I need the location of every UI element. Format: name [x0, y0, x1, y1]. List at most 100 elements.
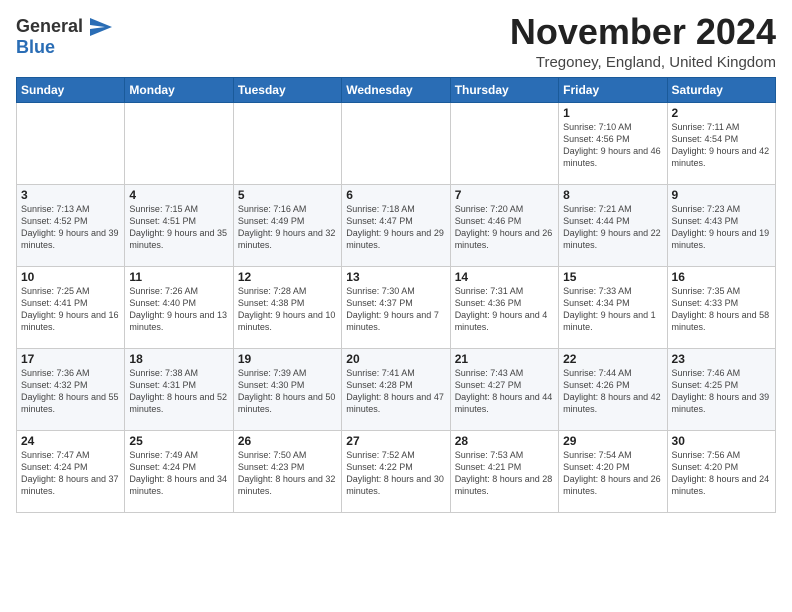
table-row: 6Sunrise: 7:18 AM Sunset: 4:47 PM Daylig…: [342, 184, 450, 266]
day-info: Sunrise: 7:46 AM Sunset: 4:25 PM Dayligh…: [672, 367, 771, 416]
day-number: 11: [129, 270, 228, 284]
day-number: 19: [238, 352, 337, 366]
header-wednesday: Wednesday: [342, 77, 450, 102]
day-number: 24: [21, 434, 120, 448]
table-row: 27Sunrise: 7:52 AM Sunset: 4:22 PM Dayli…: [342, 430, 450, 512]
day-number: 30: [672, 434, 771, 448]
day-number: 26: [238, 434, 337, 448]
table-row: 19Sunrise: 7:39 AM Sunset: 4:30 PM Dayli…: [233, 348, 341, 430]
table-row: 4Sunrise: 7:15 AM Sunset: 4:51 PM Daylig…: [125, 184, 233, 266]
table-row: 14Sunrise: 7:31 AM Sunset: 4:36 PM Dayli…: [450, 266, 558, 348]
day-number: 6: [346, 188, 445, 202]
table-row: 16Sunrise: 7:35 AM Sunset: 4:33 PM Dayli…: [667, 266, 775, 348]
day-info: Sunrise: 7:33 AM Sunset: 4:34 PM Dayligh…: [563, 285, 662, 334]
day-number: 16: [672, 270, 771, 284]
header-saturday: Saturday: [667, 77, 775, 102]
logo: General Blue: [16, 16, 112, 57]
day-info: Sunrise: 7:56 AM Sunset: 4:20 PM Dayligh…: [672, 449, 771, 498]
table-row: 23Sunrise: 7:46 AM Sunset: 4:25 PM Dayli…: [667, 348, 775, 430]
table-row: 17Sunrise: 7:36 AM Sunset: 4:32 PM Dayli…: [17, 348, 125, 430]
table-row: 13Sunrise: 7:30 AM Sunset: 4:37 PM Dayli…: [342, 266, 450, 348]
day-number: 21: [455, 352, 554, 366]
table-row: 28Sunrise: 7:53 AM Sunset: 4:21 PM Dayli…: [450, 430, 558, 512]
day-number: 7: [455, 188, 554, 202]
header-tuesday: Tuesday: [233, 77, 341, 102]
table-row: [125, 102, 233, 184]
table-row: [342, 102, 450, 184]
header: General Blue November 2024 Tregoney, Eng…: [16, 12, 776, 71]
logo-text: General Blue: [16, 16, 112, 57]
header-sunday: Sunday: [17, 77, 125, 102]
day-number: 28: [455, 434, 554, 448]
table-row: [450, 102, 558, 184]
table-row: 12Sunrise: 7:28 AM Sunset: 4:38 PM Dayli…: [233, 266, 341, 348]
table-row: 20Sunrise: 7:41 AM Sunset: 4:28 PM Dayli…: [342, 348, 450, 430]
day-info: Sunrise: 7:35 AM Sunset: 4:33 PM Dayligh…: [672, 285, 771, 334]
day-info: Sunrise: 7:31 AM Sunset: 4:36 PM Dayligh…: [455, 285, 554, 334]
table-row: 9Sunrise: 7:23 AM Sunset: 4:43 PM Daylig…: [667, 184, 775, 266]
day-info: Sunrise: 7:41 AM Sunset: 4:28 PM Dayligh…: [346, 367, 445, 416]
logo-arrow-icon: [90, 18, 112, 36]
day-info: Sunrise: 7:52 AM Sunset: 4:22 PM Dayligh…: [346, 449, 445, 498]
day-info: Sunrise: 7:39 AM Sunset: 4:30 PM Dayligh…: [238, 367, 337, 416]
table-row: [233, 102, 341, 184]
logo-line1: General: [16, 16, 83, 36]
day-number: 10: [21, 270, 120, 284]
day-number: 18: [129, 352, 228, 366]
table-row: 22Sunrise: 7:44 AM Sunset: 4:26 PM Dayli…: [559, 348, 667, 430]
table-row: 15Sunrise: 7:33 AM Sunset: 4:34 PM Dayli…: [559, 266, 667, 348]
table-row: 21Sunrise: 7:43 AM Sunset: 4:27 PM Dayli…: [450, 348, 558, 430]
day-info: Sunrise: 7:25 AM Sunset: 4:41 PM Dayligh…: [21, 285, 120, 334]
day-info: Sunrise: 7:43 AM Sunset: 4:27 PM Dayligh…: [455, 367, 554, 416]
day-number: 15: [563, 270, 662, 284]
day-info: Sunrise: 7:15 AM Sunset: 4:51 PM Dayligh…: [129, 203, 228, 252]
day-info: Sunrise: 7:28 AM Sunset: 4:38 PM Dayligh…: [238, 285, 337, 334]
table-row: 18Sunrise: 7:38 AM Sunset: 4:31 PM Dayli…: [125, 348, 233, 430]
calendar: Sunday Monday Tuesday Wednesday Thursday…: [16, 77, 776, 513]
day-info: Sunrise: 7:13 AM Sunset: 4:52 PM Dayligh…: [21, 203, 120, 252]
table-row: 7Sunrise: 7:20 AM Sunset: 4:46 PM Daylig…: [450, 184, 558, 266]
day-number: 5: [238, 188, 337, 202]
day-number: 23: [672, 352, 771, 366]
day-info: Sunrise: 7:47 AM Sunset: 4:24 PM Dayligh…: [21, 449, 120, 498]
day-info: Sunrise: 7:20 AM Sunset: 4:46 PM Dayligh…: [455, 203, 554, 252]
day-info: Sunrise: 7:53 AM Sunset: 4:21 PM Dayligh…: [455, 449, 554, 498]
day-info: Sunrise: 7:30 AM Sunset: 4:37 PM Dayligh…: [346, 285, 445, 334]
day-info: Sunrise: 7:23 AM Sunset: 4:43 PM Dayligh…: [672, 203, 771, 252]
day-info: Sunrise: 7:54 AM Sunset: 4:20 PM Dayligh…: [563, 449, 662, 498]
day-info: Sunrise: 7:18 AM Sunset: 4:47 PM Dayligh…: [346, 203, 445, 252]
header-friday: Friday: [559, 77, 667, 102]
day-number: 27: [346, 434, 445, 448]
day-info: Sunrise: 7:11 AM Sunset: 4:54 PM Dayligh…: [672, 121, 771, 170]
header-thursday: Thursday: [450, 77, 558, 102]
table-row: 5Sunrise: 7:16 AM Sunset: 4:49 PM Daylig…: [233, 184, 341, 266]
day-number: 25: [129, 434, 228, 448]
table-row: [17, 102, 125, 184]
logo-line2: Blue: [16, 37, 112, 58]
day-number: 13: [346, 270, 445, 284]
table-row: 24Sunrise: 7:47 AM Sunset: 4:24 PM Dayli…: [17, 430, 125, 512]
day-info: Sunrise: 7:16 AM Sunset: 4:49 PM Dayligh…: [238, 203, 337, 252]
day-info: Sunrise: 7:36 AM Sunset: 4:32 PM Dayligh…: [21, 367, 120, 416]
table-row: 1Sunrise: 7:10 AM Sunset: 4:56 PM Daylig…: [559, 102, 667, 184]
day-info: Sunrise: 7:10 AM Sunset: 4:56 PM Dayligh…: [563, 121, 662, 170]
table-row: 30Sunrise: 7:56 AM Sunset: 4:20 PM Dayli…: [667, 430, 775, 512]
day-info: Sunrise: 7:50 AM Sunset: 4:23 PM Dayligh…: [238, 449, 337, 498]
day-info: Sunrise: 7:49 AM Sunset: 4:24 PM Dayligh…: [129, 449, 228, 498]
day-number: 29: [563, 434, 662, 448]
title-block: November 2024 Tregoney, England, United …: [510, 12, 776, 71]
day-number: 17: [21, 352, 120, 366]
month-title: November 2024: [510, 12, 776, 52]
table-row: 25Sunrise: 7:49 AM Sunset: 4:24 PM Dayli…: [125, 430, 233, 512]
header-monday: Monday: [125, 77, 233, 102]
day-number: 12: [238, 270, 337, 284]
day-info: Sunrise: 7:21 AM Sunset: 4:44 PM Dayligh…: [563, 203, 662, 252]
table-row: 11Sunrise: 7:26 AM Sunset: 4:40 PM Dayli…: [125, 266, 233, 348]
day-number: 3: [21, 188, 120, 202]
day-number: 4: [129, 188, 228, 202]
day-number: 22: [563, 352, 662, 366]
table-row: 10Sunrise: 7:25 AM Sunset: 4:41 PM Dayli…: [17, 266, 125, 348]
table-row: 8Sunrise: 7:21 AM Sunset: 4:44 PM Daylig…: [559, 184, 667, 266]
day-info: Sunrise: 7:26 AM Sunset: 4:40 PM Dayligh…: [129, 285, 228, 334]
day-number: 14: [455, 270, 554, 284]
